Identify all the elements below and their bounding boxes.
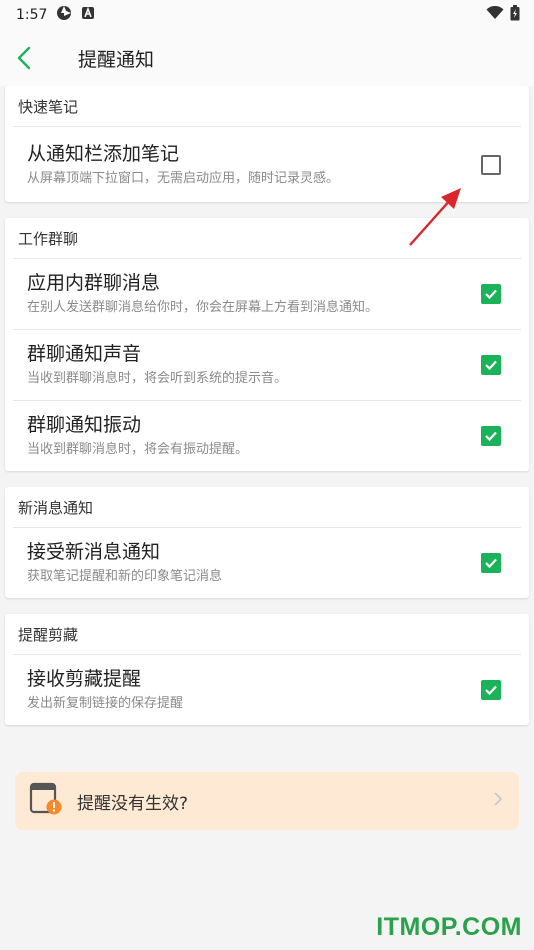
status-time: 1:57 <box>16 7 48 23</box>
aperture-icon <box>56 5 72 25</box>
setting-title: 群聊通知振动 <box>27 414 142 436</box>
checkmark-icon <box>485 431 497 442</box>
checkbox[interactable] <box>481 154 501 175</box>
setting-title: 接受新消息通知 <box>27 541 161 563</box>
banner-label: 提醒没有生效? <box>77 793 189 814</box>
status-bar: 1:57 <box>0 0 534 30</box>
setting-subtitle: 当收到群聊消息时，将会听到系统的提示音。 <box>27 371 288 386</box>
setting-title: 群聊通知声音 <box>27 343 142 365</box>
checkmark-icon <box>485 289 497 300</box>
back-button[interactable] <box>16 46 46 70</box>
watermark: ITMOP.COM <box>376 913 522 941</box>
checkbox[interactable] <box>481 553 501 573</box>
setting-row-clip-reminder[interactable]: 接收剪藏提醒 发出新复制链接的保存提醒 <box>13 654 521 725</box>
setting-row-group-sound[interactable]: 群聊通知声音 当收到群聊消息时，将会听到系统的提示音。 <box>13 329 521 400</box>
section-new-message: 新消息通知 接受新消息通知 获取笔记提醒和新的印象笔记消息 <box>5 487 529 598</box>
section-header: 提醒剪藏 <box>18 625 79 644</box>
setting-subtitle: 发出新复制链接的保存提醒 <box>27 696 184 711</box>
checkbox[interactable] <box>481 680 501 700</box>
wifi-icon <box>486 5 504 24</box>
checkmark-icon <box>485 360 497 371</box>
setting-row-group-vibration[interactable]: 群聊通知振动 当收到群聊消息时，将会有振动提醒。 <box>13 400 521 471</box>
setting-title: 从通知栏添加笔记 <box>27 142 180 165</box>
setting-subtitle: 获取笔记提醒和新的印象笔记消息 <box>27 569 223 584</box>
section-clip-reminder: 提醒剪藏 接收剪藏提醒 发出新复制链接的保存提醒 <box>5 614 529 725</box>
phone-warning-icon <box>29 782 63 820</box>
checkbox[interactable] <box>481 426 501 446</box>
section-work-group-chat: 工作群聊 应用内群聊消息 在别人发送群聊消息给你时，你会在屏幕上方看到消息通知。… <box>5 218 529 471</box>
battery-icon <box>510 5 520 25</box>
annotation-arrow-icon <box>409 188 461 246</box>
checkbox[interactable] <box>481 355 501 375</box>
chevron-right-icon <box>493 791 503 811</box>
setting-subtitle: 当收到群聊消息时，将会有振动提醒。 <box>27 442 249 457</box>
checkmark-icon <box>485 685 497 696</box>
chevron-left-icon <box>17 46 31 70</box>
checkmark-icon <box>485 558 497 569</box>
setting-title: 接收剪藏提醒 <box>27 668 142 690</box>
app-notification-icon <box>81 6 95 24</box>
setting-row-in-app-group-message[interactable]: 应用内群聊消息 在别人发送群聊消息给你时，你会在屏幕上方看到消息通知。 <box>13 258 521 329</box>
checkbox[interactable] <box>481 284 501 304</box>
section-header: 快速笔记 <box>18 97 79 116</box>
setting-title: 应用内群聊消息 <box>27 272 161 294</box>
setting-row-accept-new-message[interactable]: 接受新消息通知 获取笔记提醒和新的印象笔记消息 <box>13 527 521 598</box>
page-title: 提醒通知 <box>78 48 155 71</box>
reminder-not-working-banner[interactable]: 提醒没有生效? <box>15 772 519 830</box>
app-bar: 提醒通知 <box>0 30 534 86</box>
section-header: 新消息通知 <box>18 498 94 517</box>
setting-subtitle: 在别人发送群聊消息给你时，你会在屏幕上方看到消息通知。 <box>27 300 379 315</box>
setting-subtitle: 从屏幕顶端下拉窗口，无需启动应用，随时记录灵感。 <box>27 170 340 186</box>
